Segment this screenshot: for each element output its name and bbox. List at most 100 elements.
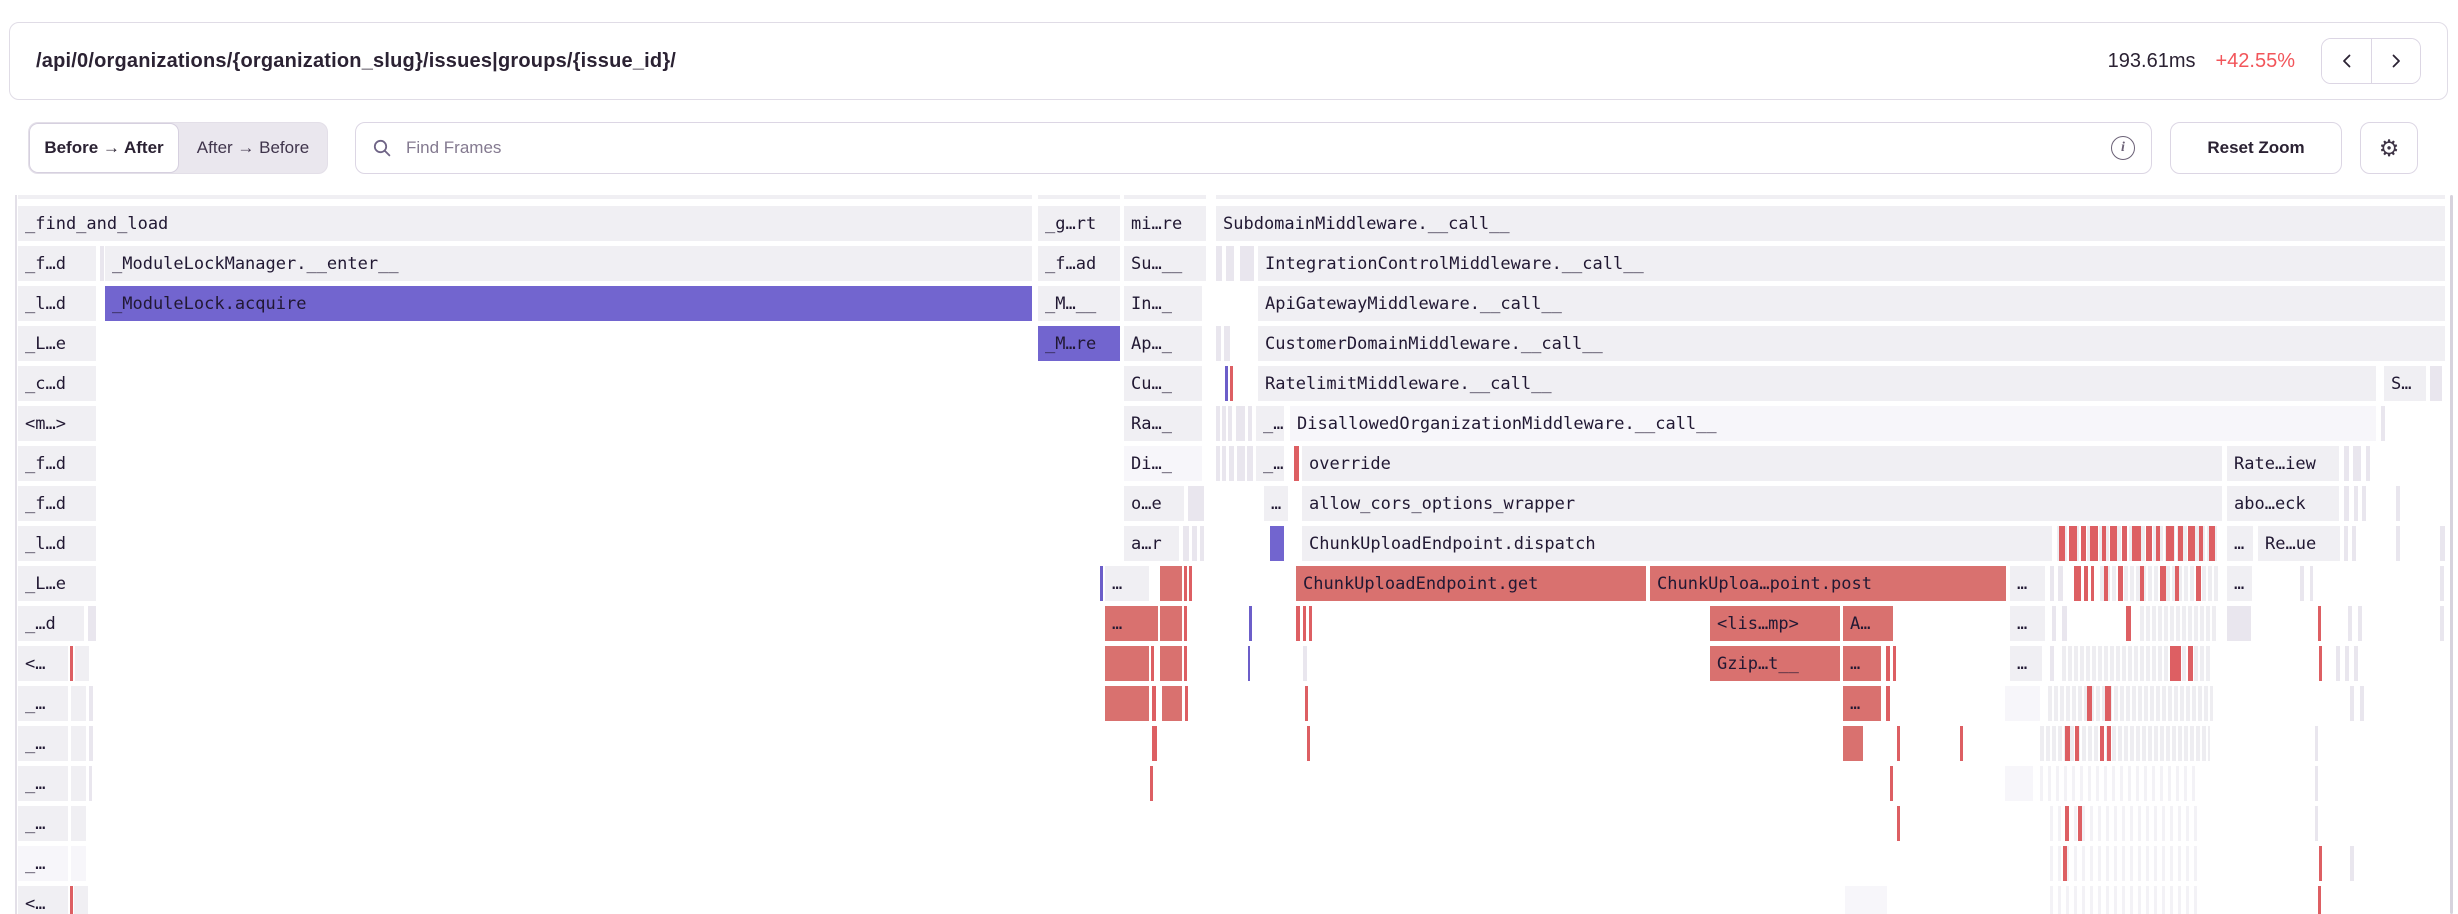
flame-frame[interactable]: <… <box>18 646 68 681</box>
flame-frame-sliver[interactable] <box>1184 646 1187 681</box>
flame-frame-sliver[interactable] <box>1216 446 1220 481</box>
flame-frame-sliver[interactable] <box>1038 195 1120 199</box>
flame-frame-sliver[interactable] <box>1886 686 1890 721</box>
flame-frame-sliver[interactable] <box>74 886 88 914</box>
flame-frame[interactable]: … <box>1105 606 1158 641</box>
flame-frame-sliver[interactable] <box>2005 766 2033 801</box>
flame-frame-sliver[interactable] <box>1249 606 1252 641</box>
flame-frame-sliver[interactable] <box>2440 606 2444 641</box>
flame-frame-sliver[interactable] <box>1305 686 1308 721</box>
flame-frame-sliver[interactable] <box>2140 566 2144 601</box>
flame-frame-sliver[interactable] <box>1248 646 1250 681</box>
flame-frame-sliver[interactable] <box>1237 446 1245 481</box>
flame-frame-sliver[interactable] <box>1151 646 1154 681</box>
flame-frame-sliver[interactable] <box>1160 606 1182 641</box>
flame-frame-sliver[interactable] <box>2105 686 2111 721</box>
flame-frame[interactable]: … <box>2010 646 2042 681</box>
flame-frame-sliver[interactable] <box>2156 526 2160 561</box>
flame-frame-sliver[interactable] <box>1189 566 1192 601</box>
flame-frame-sliver[interactable] <box>2005 686 2040 721</box>
flame-frame-sliver[interactable] <box>71 766 86 801</box>
flame-frame-sliver[interactable] <box>1188 486 1204 521</box>
flame-frame-sliver[interactable] <box>1296 606 1300 641</box>
flame-frame[interactable]: Gzip…t__ <box>1710 646 1840 681</box>
flamegraph[interactable]: _find_and_load_g…rtmi…reSubdomainMiddlew… <box>0 0 2458 914</box>
flame-frame[interactable]: _… <box>18 766 68 801</box>
flame-frame-sliver[interactable] <box>2065 806 2069 841</box>
flame-frame-sliver[interactable] <box>2358 606 2362 641</box>
flame-frame-sliver[interactable] <box>2087 686 2092 721</box>
flame-frame-sliver[interactable] <box>1843 726 1863 761</box>
flame-frame-sliver[interactable] <box>2104 566 2108 601</box>
flame-frame-sliver[interactable] <box>70 886 73 914</box>
flame-frame-sliver[interactable] <box>2146 526 2152 561</box>
flame-frame-sliver[interactable] <box>2209 526 2215 561</box>
flame-frame-sliver[interactable] <box>89 686 93 721</box>
flame-frame-sliver[interactable] <box>2381 406 2385 441</box>
flame-frame-sliver[interactable] <box>2175 566 2179 601</box>
flame-frame-sliver[interactable] <box>2319 646 2322 681</box>
flame-frame-sliver[interactable] <box>1222 446 1226 481</box>
flame-frame-sliver[interactable] <box>1303 606 1306 641</box>
flame-frame[interactable]: _f…d <box>18 246 96 281</box>
flame-frame-sliver[interactable] <box>1230 366 1233 401</box>
flame-frame-sliver[interactable] <box>1224 326 1230 361</box>
flame-frame[interactable]: ChunkUploadEndpoint.get <box>1296 566 1646 601</box>
flame-frame-sliver[interactable] <box>2196 566 2201 601</box>
flame-frame-sliver[interactable] <box>2107 726 2111 761</box>
flame-frame-sliver[interactable] <box>1309 606 1312 641</box>
flame-frame-sliver[interactable] <box>71 686 86 721</box>
flame-frame[interactable]: o…e <box>1124 486 1184 521</box>
flame-frame-sliver[interactable] <box>2091 566 2094 601</box>
flame-frame-sliver[interactable] <box>2084 566 2088 601</box>
flame-frame[interactable]: _M…re <box>1038 326 1120 361</box>
flame-frame[interactable]: Ap…_ <box>1124 326 1202 361</box>
flame-frame-sliver[interactable] <box>1200 526 1204 561</box>
flame-frame-sliver[interactable] <box>2126 606 2131 641</box>
flame-frame-sliver[interactable] <box>2090 526 2098 561</box>
flame-frame-sliver[interactable] <box>2199 526 2203 561</box>
flame-frame-sliver[interactable] <box>2350 846 2354 881</box>
flame-frame[interactable]: A… <box>1843 606 1893 641</box>
flame-frame[interactable]: S… <box>2384 366 2426 401</box>
flame-frame[interactable]: … <box>1105 566 1149 601</box>
flame-frame[interactable]: Di…_ <box>1124 446 1202 481</box>
flame-frame[interactable]: _f…d <box>18 486 96 521</box>
flame-frame-sliver[interactable] <box>2315 806 2318 841</box>
flame-frame-sliver[interactable] <box>2170 646 2181 681</box>
flame-frame-sliver[interactable] <box>2319 846 2322 881</box>
flame-frame[interactable]: <… <box>18 886 68 914</box>
flame-frame-cluster[interactable] <box>2050 886 2200 914</box>
flame-frame[interactable]: _l…d <box>18 526 96 561</box>
flame-frame-sliver[interactable] <box>2166 526 2174 561</box>
flame-frame[interactable]: … <box>2227 566 2252 601</box>
flame-frame-sliver[interactable] <box>1152 726 1157 761</box>
flame-frame[interactable]: CustomerDomainMiddleware.__call__ <box>1258 326 2445 361</box>
flame-frame[interactable]: _… <box>18 806 68 841</box>
flame-frame[interactable]: _… <box>1256 406 1284 441</box>
flame-frame[interactable]: _l…d <box>18 286 96 321</box>
flame-frame-sliver[interactable] <box>2353 446 2361 481</box>
flame-frame-sliver[interactable] <box>2345 646 2349 681</box>
flame-frame-sliver[interactable] <box>1222 406 1226 441</box>
flame-frame-sliver[interactable] <box>2081 526 2086 561</box>
flame-frame-sliver[interactable] <box>2352 526 2356 561</box>
flame-frame[interactable]: _f…ad <box>1038 246 1120 281</box>
flame-frame-sliver[interactable] <box>2318 606 2321 641</box>
flame-frame-sliver[interactable] <box>2069 526 2077 561</box>
flame-frame-cluster[interactable] <box>2050 806 2200 841</box>
flame-frame-sliver[interactable] <box>1152 686 1156 721</box>
flame-frame[interactable]: mi…re <box>1124 206 1206 241</box>
flame-frame-sliver[interactable] <box>2440 566 2444 601</box>
flame-frame-sliver[interactable] <box>2178 526 2183 561</box>
flame-frame-sliver[interactable] <box>1897 726 1900 761</box>
flame-frame-cluster[interactable] <box>2050 846 2200 881</box>
flame-frame-sliver[interactable] <box>2227 606 2251 641</box>
flame-frame-sliver[interactable] <box>1216 406 1220 441</box>
flame-frame[interactable]: … <box>2010 606 2045 641</box>
flame-frame-sliver[interactable] <box>1845 886 1887 914</box>
flame-frame[interactable]: _… <box>18 726 68 761</box>
flame-frame[interactable]: ApiGatewayMiddleware.__call__ <box>1258 286 2445 321</box>
flame-frame-sliver[interactable] <box>1236 406 1245 441</box>
flame-frame-sliver[interactable] <box>1307 726 1310 761</box>
